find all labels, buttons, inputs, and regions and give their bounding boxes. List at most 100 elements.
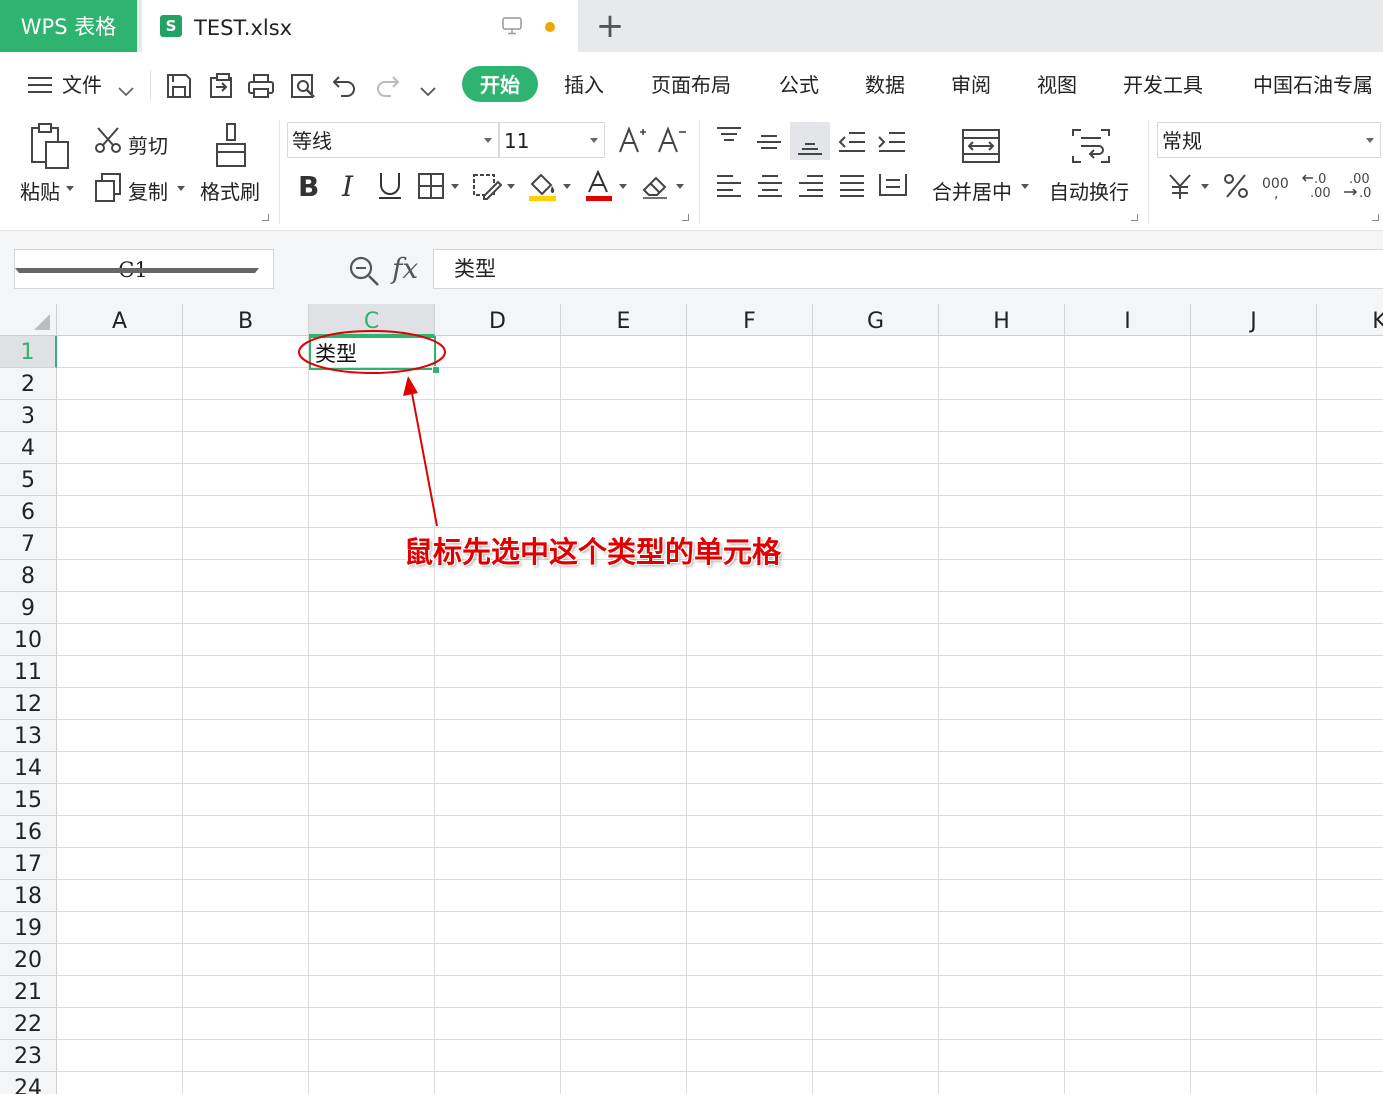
menu-bar: 文件 开始 插入 页面布局 公式 数据 审阅 视图 开发工具 中国石油专属 <box>0 52 1383 114</box>
decrease-indent-icon[interactable] <box>837 130 867 158</box>
svg-text:.0: .0 <box>1359 186 1371 200</box>
copy-button[interactable]: 复制 <box>128 176 168 205</box>
underline-icon[interactable] <box>376 170 404 204</box>
tab-data[interactable]: 数据 <box>865 52 905 118</box>
font-size-select[interactable]: 11 <box>499 122 605 158</box>
increase-decimal-icon[interactable]: .0.00 <box>1301 170 1334 204</box>
paste-icon[interactable] <box>28 122 72 174</box>
monitor-icon[interactable] <box>502 17 522 35</box>
align-left-icon[interactable] <box>715 174 743 202</box>
app-tab[interactable]: WPS 表格 <box>0 0 137 52</box>
chevron-down-icon[interactable] <box>676 184 684 189</box>
divider <box>699 120 700 224</box>
chevron-down-icon[interactable] <box>177 186 185 191</box>
align-center-icon[interactable] <box>756 174 784 202</box>
chevron-down-icon[interactable] <box>619 184 627 189</box>
format-painter-button[interactable]: 格式刷 <box>200 176 260 205</box>
italic-icon[interactable]: I <box>338 170 360 204</box>
align-right-icon[interactable] <box>797 174 825 202</box>
tab-developer[interactable]: 开发工具 <box>1123 52 1203 118</box>
cell-style-icon[interactable] <box>472 172 503 204</box>
align-top-icon[interactable] <box>715 126 743 154</box>
divider <box>279 120 280 224</box>
increase-font-icon[interactable] <box>618 126 646 158</box>
tab-insert[interactable]: 插入 <box>564 52 604 118</box>
align-bottom-icon[interactable] <box>790 122 830 160</box>
ribbon: 粘贴 剪切 复制 格式刷 等线 11 B I 合并居中 自动换行 常规 000 … <box>0 114 1383 231</box>
svg-text:B: B <box>298 170 319 200</box>
paste-button[interactable]: 粘贴 <box>20 176 60 205</box>
chevron-down-icon <box>484 138 492 143</box>
wrap-text-icon[interactable] <box>1071 128 1111 168</box>
chevron-down-icon[interactable] <box>563 184 571 189</box>
new-tab-button[interactable]: + <box>592 8 628 44</box>
font-color-icon[interactable] <box>585 169 613 206</box>
cut-button[interactable]: 剪切 <box>128 130 168 159</box>
fill-color-icon[interactable] <box>528 170 558 206</box>
svg-text:I: I <box>341 170 354 200</box>
print-icon[interactable] <box>247 72 275 100</box>
thousands-separator-icon[interactable]: 000, <box>1262 172 1294 204</box>
tab-petrochina[interactable]: 中国石油专属 <box>1253 52 1383 118</box>
tab-view[interactable]: 视图 <box>1037 52 1077 118</box>
number-dialog-launcher[interactable] <box>1372 214 1379 221</box>
tab-review[interactable]: 审阅 <box>951 52 991 118</box>
tab-page-layout[interactable]: 页面布局 <box>651 52 731 118</box>
title-bar: WPS 表格 S TEST.xlsx + <box>0 0 1383 52</box>
divider <box>1148 120 1149 224</box>
zoom-icon[interactable] <box>348 255 380 291</box>
copy-icon[interactable] <box>94 172 122 206</box>
chevron-down-icon[interactable] <box>1201 184 1209 189</box>
annotation-circle <box>298 330 446 374</box>
undo-icon[interactable] <box>331 72 359 100</box>
annotation-arrow <box>410 387 438 527</box>
format-painter-icon[interactable] <box>212 122 250 172</box>
chevron-down-icon[interactable] <box>15 268 259 273</box>
percent-icon[interactable] <box>1223 172 1249 204</box>
spreadsheet-grid[interactable]: ABCDEFGHIJK 1 2 3 4 5 6 7 8 9 10 11 12 13 14 15 16 17 18 1… <box>0 304 1383 1094</box>
scissors-icon[interactable] <box>94 126 122 158</box>
formula-bar: C1 fx 类型 <box>0 231 1383 304</box>
alignment-dialog-launcher[interactable] <box>1131 214 1138 221</box>
font-size-value: 11 <box>504 129 530 153</box>
export-icon[interactable] <box>207 72 235 100</box>
borders-icon[interactable] <box>417 172 445 204</box>
save-icon[interactable] <box>165 72 193 100</box>
fx-button[interactable]: fx <box>392 249 418 289</box>
svg-text:.00: .00 <box>1349 172 1370 187</box>
print-preview-icon[interactable] <box>289 72 317 100</box>
align-middle-icon[interactable] <box>755 132 783 160</box>
merge-center-button[interactable]: 合并居中 <box>932 176 1012 205</box>
bold-icon[interactable]: B <box>296 170 322 204</box>
font-name-select[interactable]: 等线 <box>287 122 499 158</box>
justify-icon[interactable] <box>838 174 866 202</box>
currency-icon[interactable] <box>1166 172 1194 204</box>
formula-input[interactable]: 类型 <box>433 249 1383 289</box>
number-format-value: 常规 <box>1162 129 1202 153</box>
wrap-text-button[interactable]: 自动换行 <box>1049 176 1129 205</box>
clipboard-dialog-launcher[interactable] <box>262 214 269 221</box>
chevron-down-icon[interactable] <box>66 186 74 191</box>
name-box[interactable]: C1 <box>14 249 274 289</box>
annotation-arrowhead <box>403 376 418 396</box>
file-menu[interactable]: 文件 <box>62 52 102 118</box>
increase-indent-icon[interactable] <box>877 130 907 158</box>
chevron-down-icon[interactable] <box>451 184 459 189</box>
chevron-down-icon[interactable] <box>1021 184 1029 189</box>
decrease-font-icon[interactable] <box>657 126 687 158</box>
chevron-down-icon[interactable] <box>507 184 515 189</box>
tab-formulas[interactable]: 公式 <box>779 52 819 118</box>
quick-access-more-icon[interactable] <box>420 82 436 101</box>
hamburger-icon[interactable] <box>28 75 52 99</box>
document-tab[interactable]: S TEST.xlsx <box>142 0 578 52</box>
svg-text:,: , <box>1274 186 1278 200</box>
svg-text:.0: .0 <box>1314 172 1326 187</box>
merge-center-icon[interactable] <box>961 128 1001 168</box>
tab-start[interactable]: 开始 <box>462 66 538 102</box>
chevron-down-icon[interactable] <box>118 82 134 101</box>
number-format-select[interactable]: 常规 <box>1157 122 1381 158</box>
font-dialog-launcher[interactable] <box>682 214 689 221</box>
distributed-align-icon[interactable] <box>878 172 908 202</box>
decrease-decimal-icon[interactable]: .00.0 <box>1343 170 1377 204</box>
eraser-icon[interactable] <box>641 172 671 204</box>
